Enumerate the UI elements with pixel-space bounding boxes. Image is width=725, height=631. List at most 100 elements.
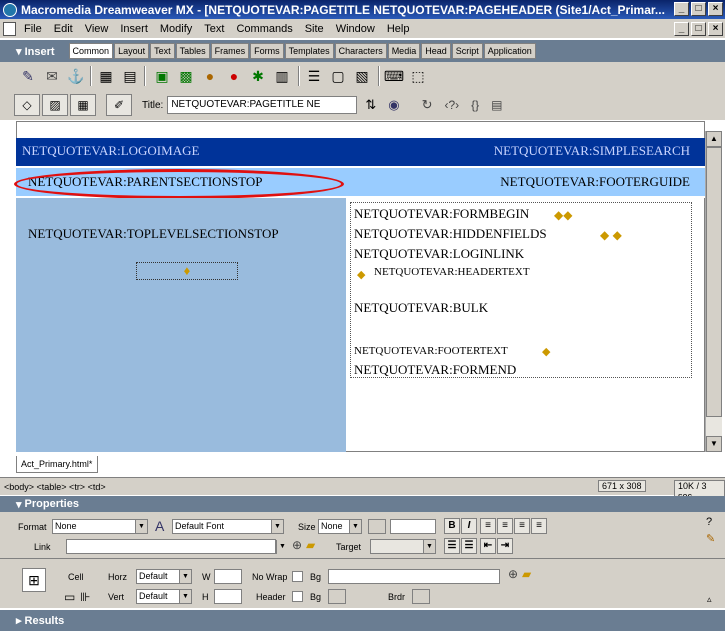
restore-button[interactable]: □ (691, 2, 706, 16)
chevron-down-icon[interactable]: ▼ (276, 540, 288, 554)
folder-icon[interactable]: ▰ (306, 538, 315, 552)
indent-icon[interactable]: ⇥ (497, 538, 513, 554)
menu-site[interactable]: Site (299, 23, 330, 35)
results-panel-header[interactable]: ▸ Results (0, 610, 725, 631)
script-marker-icon[interactable]: ◆ ◆ (600, 228, 622, 242)
horizontal-rule-icon[interactable]: ☰ (304, 66, 324, 86)
horz-select[interactable]: Default ▼ (136, 569, 192, 584)
properties-panel-header[interactable]: ▾ Properties (0, 496, 725, 512)
menu-commands[interactable]: Commands (230, 23, 298, 35)
border-color-picker[interactable] (412, 589, 430, 604)
expand-icon[interactable]: ▵ (707, 594, 712, 605)
script-marker-icon[interactable]: ◆◆ (554, 208, 572, 222)
placeholder-image-icon[interactable]: ♦ (136, 262, 238, 280)
close-button[interactable]: × (708, 2, 723, 16)
merge-cells-icon[interactable]: ▭ (64, 590, 75, 604)
rollover-image-icon[interactable]: ▩ (176, 66, 196, 86)
text-color-picker[interactable] (368, 519, 386, 534)
anchor-icon[interactable]: ⚓ (66, 66, 86, 86)
hyperlink-icon[interactable]: ✎ (18, 66, 38, 86)
view-options-icon[interactable]: ▤ (491, 98, 502, 112)
menu-edit[interactable]: Edit (48, 23, 79, 35)
navigation-bar-icon[interactable]: ▥ (272, 66, 292, 86)
minimize-button[interactable]: _ (674, 2, 689, 16)
table-icon[interactable]: ▦ (96, 66, 116, 86)
tab-media[interactable]: Media (387, 43, 421, 59)
design-view-button[interactable]: ▦ (70, 94, 96, 116)
menu-insert[interactable]: Insert (114, 23, 154, 35)
scroll-down-icon[interactable]: ▼ (706, 436, 722, 452)
image-icon[interactable]: ▣ (152, 66, 172, 86)
format-select[interactable]: None ▼ (52, 519, 148, 534)
bg-image-input[interactable] (328, 569, 500, 584)
menu-modify[interactable]: Modify (154, 23, 198, 35)
bg-color-picker[interactable] (328, 589, 346, 604)
split-view-button[interactable]: ▨ (42, 94, 68, 116)
tab-forms[interactable]: Forms (250, 43, 284, 59)
row1-right-text[interactable]: NETQUOTEVAR:SIMPLESEARCH (345, 143, 690, 163)
form-end-text[interactable]: NETQUOTEVAR:FORMEND (354, 362, 654, 380)
tab-templates[interactable]: Templates (284, 43, 334, 59)
vertical-scrollbar[interactable]: ▲ ▼ (705, 131, 722, 452)
tab-head[interactable]: Head (421, 43, 451, 59)
header-checkbox[interactable] (292, 591, 303, 602)
script-marker-icon[interactable]: ◆ (542, 345, 550, 358)
target-select[interactable]: ▼ (370, 539, 436, 554)
comment-icon[interactable]: ⌨ (384, 66, 404, 86)
footer-text[interactable]: NETQUOTEVAR:FOOTERTEXT (354, 345, 554, 361)
quick-tag-editor-icon[interactable]: ✎ (706, 532, 715, 545)
code-view-button[interactable]: ◇ (14, 94, 40, 116)
menu-view[interactable]: View (79, 23, 115, 35)
scroll-thumb[interactable] (706, 147, 722, 417)
template-icon[interactable]: ⬚ (408, 66, 428, 86)
tab-text[interactable]: Text (150, 43, 175, 59)
align-left-icon[interactable]: ≡ (480, 518, 496, 534)
point-to-file-icon[interactable]: ⊕ (292, 538, 302, 552)
font-select[interactable]: Default Font ▼ (172, 519, 284, 534)
menu-text[interactable]: Text (198, 23, 230, 35)
size-select[interactable]: None ▼ (318, 519, 362, 534)
point-to-file-icon[interactable]: ⊕ (508, 567, 518, 581)
menu-help[interactable]: Help (381, 23, 416, 35)
date-icon[interactable]: ▢ (328, 66, 348, 86)
tab-application[interactable]: Application (483, 43, 536, 59)
menu-file[interactable]: File (18, 23, 48, 35)
footer-guide-cell[interactable]: NETQUOTEVAR:FOOTERGUIDE (395, 174, 690, 194)
italic-button[interactable]: I (461, 518, 477, 534)
header-text[interactable]: NETQUOTEVAR:HEADERTEXT (374, 266, 674, 284)
height-input[interactable] (214, 589, 242, 604)
folder-icon[interactable]: ▰ (522, 567, 531, 581)
align-center-icon[interactable]: ≡ (497, 518, 513, 534)
layer-icon[interactable]: ▤ (120, 66, 140, 86)
email-link-icon[interactable]: ✉ (42, 66, 62, 86)
tab-frames[interactable]: Frames (210, 43, 250, 59)
tabular-data-icon[interactable]: ▧ (352, 66, 372, 86)
nowrap-checkbox[interactable] (292, 571, 303, 582)
script-marker-icon[interactable]: ◆ (357, 268, 365, 281)
help-icon[interactable]: ? (706, 516, 712, 528)
page-title-input[interactable]: NETQUOTEVAR:PAGETITLE NE (167, 96, 358, 114)
tab-layout[interactable]: Layout (114, 43, 150, 59)
file-management-icon[interactable]: ⇅ (365, 97, 376, 113)
split-cells-icon[interactable]: ⊪ (80, 590, 90, 604)
doc-minimize-button[interactable]: _ (674, 22, 689, 36)
doc-close-button[interactable]: × (708, 22, 723, 36)
menu-window[interactable]: Window (330, 23, 381, 35)
tab-characters[interactable]: Characters (334, 43, 387, 59)
top-level-section-stop[interactable]: NETQUOTEVAR:TOPLEVELSECTIONSTOP (28, 226, 348, 246)
ordered-list-icon[interactable]: ☰ (461, 538, 477, 554)
justify-icon[interactable]: ≡ (531, 518, 547, 534)
bold-button[interactable]: B (444, 518, 460, 534)
insert-panel-title[interactable]: ▾ Insert (16, 45, 55, 58)
live-data-button[interactable]: ✐ (106, 94, 132, 116)
login-link-text[interactable]: NETQUOTEVAR:LOGINLINK (354, 246, 654, 264)
fireworks-icon[interactable]: ✱ (248, 66, 268, 86)
scroll-up-icon[interactable]: ▲ (706, 131, 722, 147)
css-style-icon[interactable]: A (155, 518, 164, 534)
align-right-icon[interactable]: ≡ (514, 518, 530, 534)
code-navigation-icon[interactable]: ‹?› (444, 98, 459, 112)
width-input[interactable] (214, 569, 242, 584)
tab-common[interactable]: Common (68, 43, 114, 59)
tab-tables[interactable]: Tables (175, 43, 210, 59)
flash-icon[interactable]: ● (200, 66, 220, 86)
